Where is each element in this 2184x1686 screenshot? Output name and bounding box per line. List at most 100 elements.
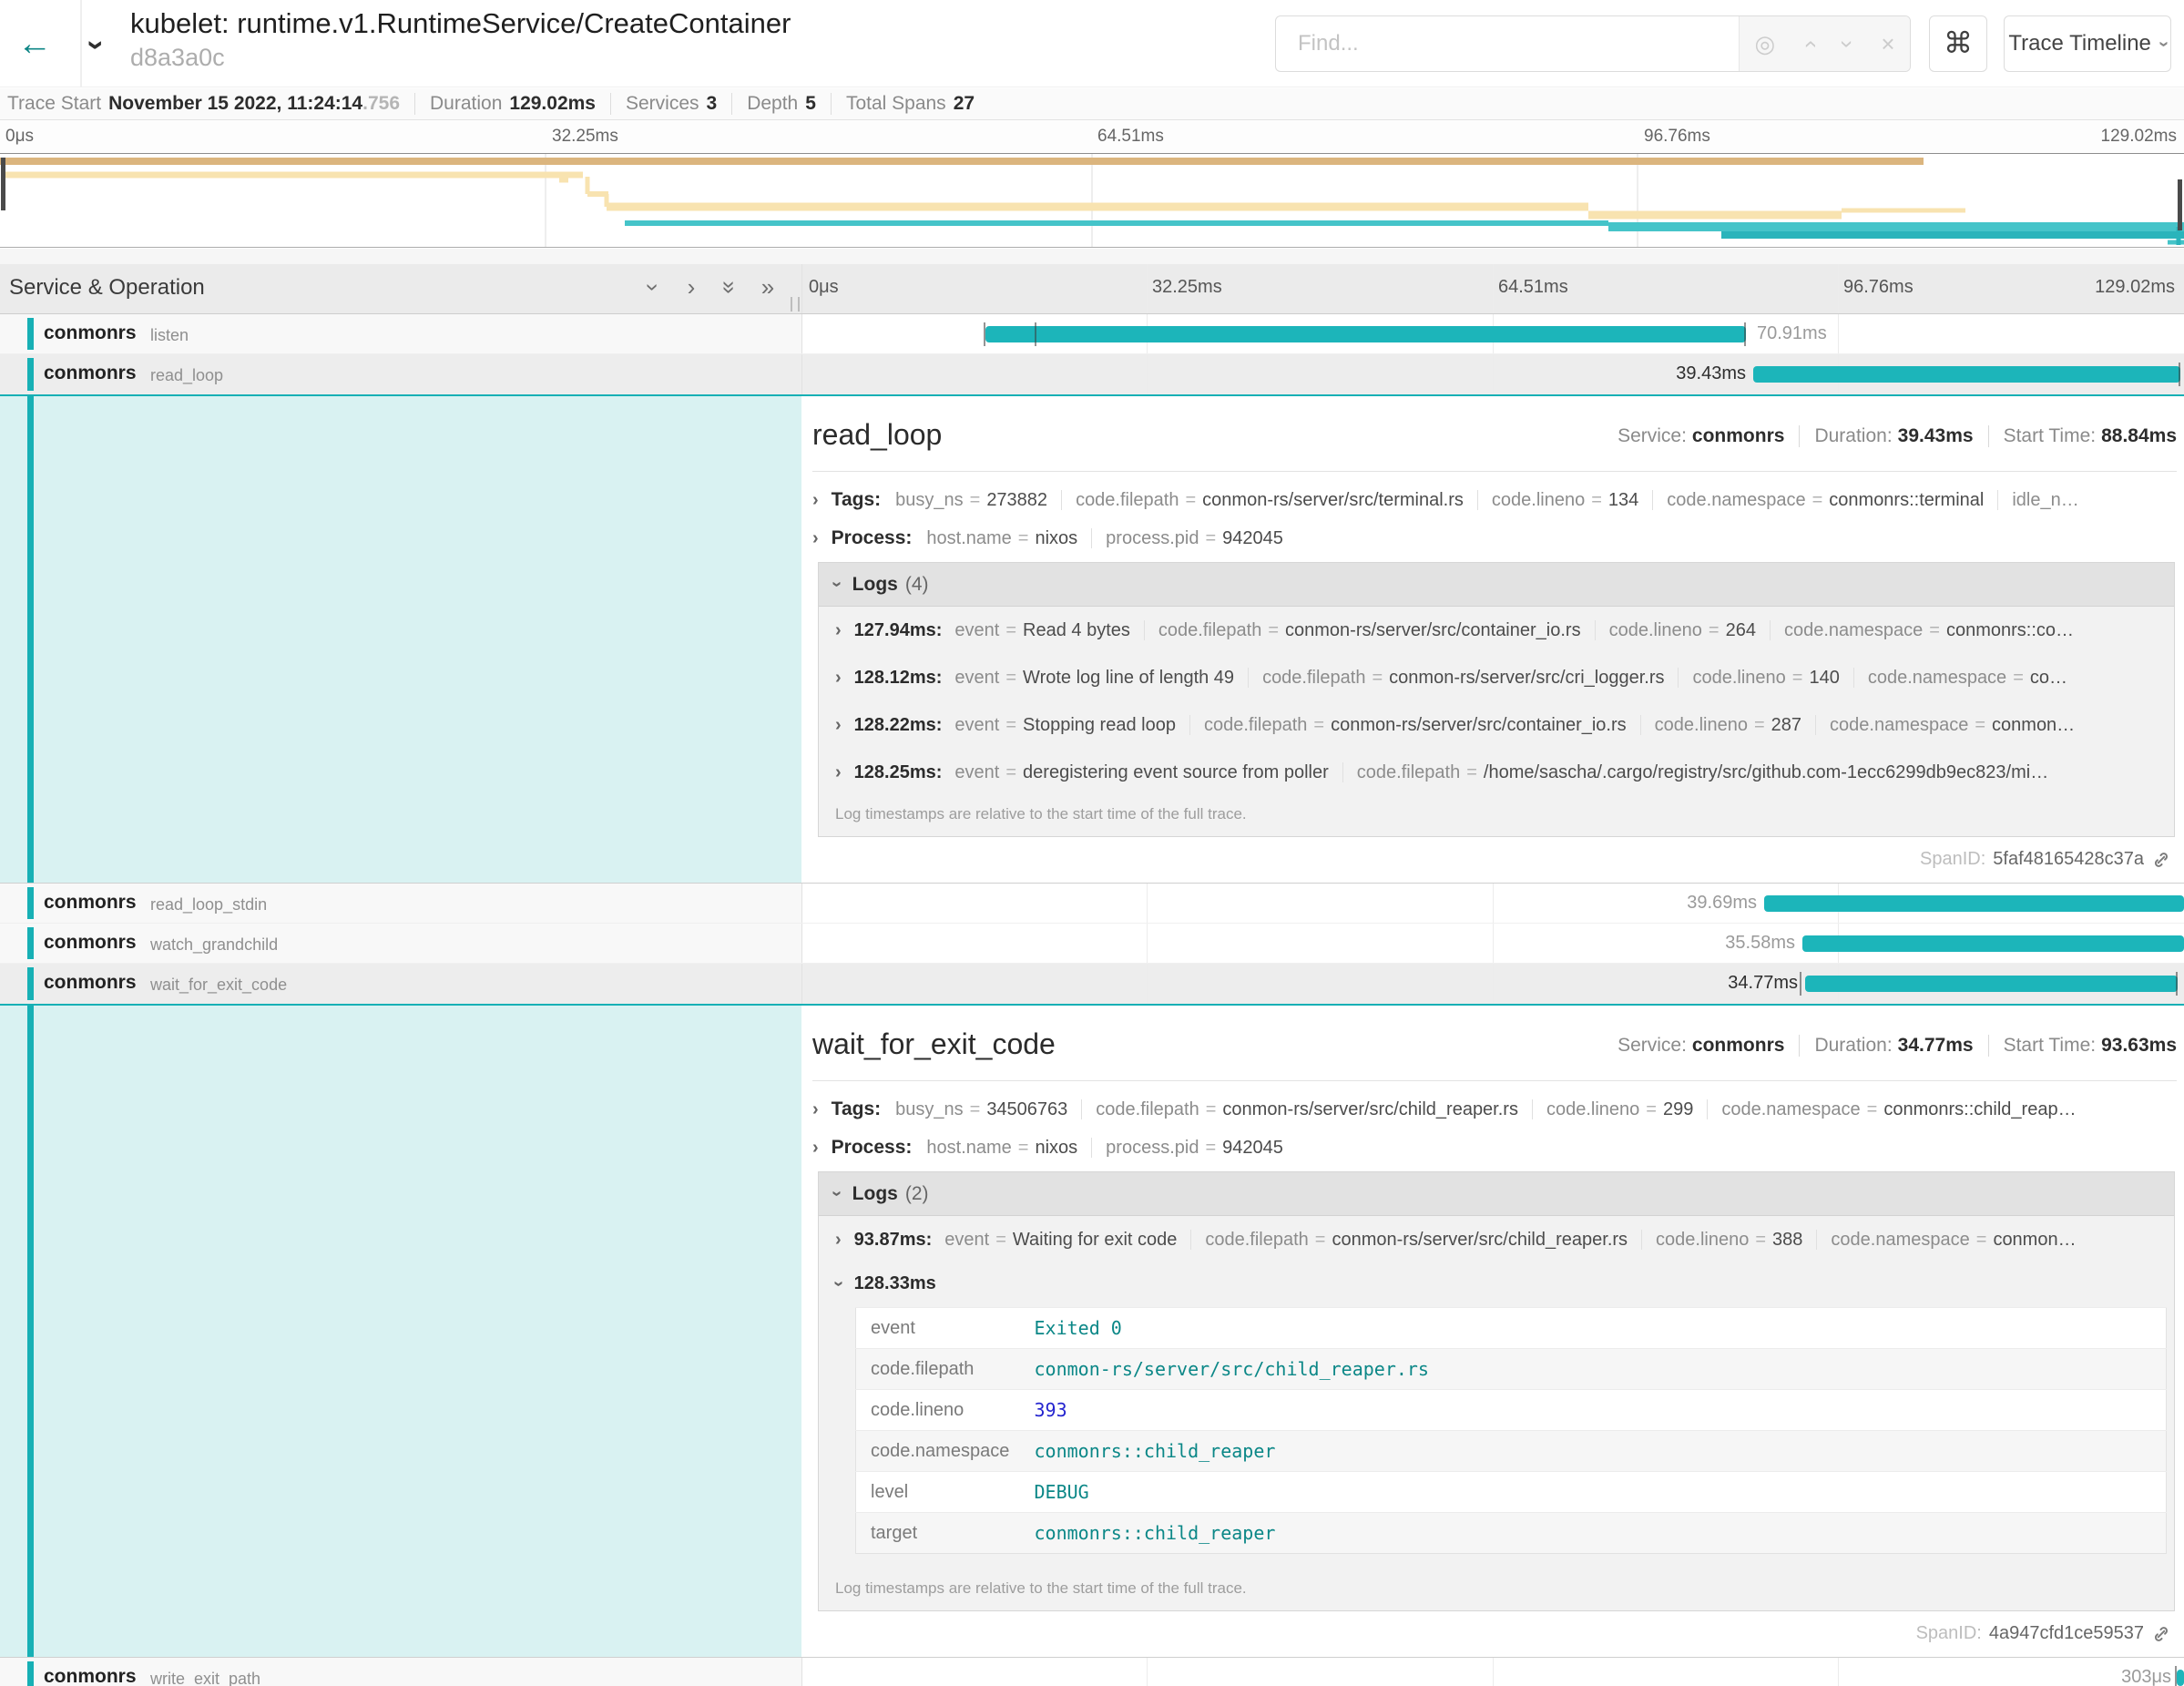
minimap-spans	[0, 154, 2184, 247]
span-row-watch-grandchild[interactable]: conmonrs watch_grandchild 35.58ms	[0, 924, 2184, 964]
span-duration-label: 303μs	[2121, 1667, 2171, 1686]
log-field-row: code.filepath conmon-rs/server/src/child…	[856, 1349, 2167, 1390]
tags-row[interactable]: › Tags: busy_ns=34506763 code.filepath=c…	[812, 1095, 2177, 1124]
log-entry-expanded-header[interactable]: › 128.33ms	[819, 1263, 2174, 1303]
link-icon[interactable]	[2151, 850, 2171, 870]
expand-one-icon[interactable]: ›	[676, 273, 707, 301]
link-icon[interactable]	[2151, 1624, 2171, 1644]
view-selector-label: Trace Timeline	[2008, 31, 2151, 56]
span-name-cell[interactable]: conmonrs listen	[0, 314, 801, 353]
span-bar[interactable]	[985, 326, 1746, 342]
log-entry[interactable]: › 128.12ms: event=Wrote log line of leng…	[819, 654, 2174, 701]
span-color-strip	[27, 1661, 34, 1686]
span-row-write-exit-path[interactable]: conmonrs write_exit_path 303μs	[0, 1658, 2184, 1686]
find-clear-icon[interactable]: ×	[1881, 30, 1894, 58]
span-color-strip	[27, 396, 34, 883]
span-color-strip	[27, 318, 34, 350]
span-bar[interactable]	[1753, 366, 2180, 383]
log-entry[interactable]: › 128.25ms: event=deregistering event so…	[819, 749, 2174, 796]
span-name-cell[interactable]: conmonrs read_loop	[0, 354, 801, 394]
collapse-controls: › › » »	[638, 273, 783, 301]
process-row[interactable]: › Process: host.name=nixos process.pid=9…	[812, 524, 2177, 553]
log-marker	[2176, 972, 2178, 996]
log-field-row: event Exited 0	[856, 1308, 2167, 1349]
trace-summary-bar: Trace Start November 15 2022, 11:24:14 .…	[0, 88, 2184, 120]
collapse-all-icon[interactable]: »	[716, 272, 744, 303]
spacer	[0, 249, 2184, 264]
keyboard-shortcuts-button[interactable]: ⌘	[1929, 15, 1987, 72]
span-duration-label: 35.58ms	[1725, 933, 1795, 954]
span-row-wait-for-exit-code[interactable]: conmonrs wait_for_exit_code 34.77ms	[0, 964, 2184, 1006]
tags-row[interactable]: › Tags: busy_ns=273882 code.filepath=con…	[812, 485, 2177, 515]
span-color-strip	[27, 887, 34, 919]
span-color-strip	[27, 927, 34, 959]
log-field-row: target conmonrs::child_reaper	[856, 1513, 2167, 1554]
log-field-row: code.lineno 393	[856, 1390, 2167, 1431]
span-detail-backdrop	[0, 1006, 801, 1657]
column-resize-handle[interactable]	[791, 297, 800, 312]
logs-note: Log timestamps are relative to the start…	[819, 796, 2174, 836]
trace-id: d8a3a0c	[130, 44, 225, 72]
span-duration-label: 70.91ms	[1757, 323, 1827, 344]
back-arrow-icon[interactable]: ←	[13, 22, 56, 66]
log-marker	[1800, 972, 1801, 996]
span-row-read-loop-stdin[interactable]: conmonrs read_loop_stdin 39.69ms	[0, 884, 2184, 924]
span-duration-label: 34.77ms	[1728, 973, 1798, 994]
span-bar[interactable]	[2177, 1670, 2184, 1686]
span-bar[interactable]	[1802, 935, 2184, 952]
span-detail-backdrop	[0, 396, 801, 883]
trace-title: kubelet: runtime.v1.RuntimeService/Creat…	[130, 7, 791, 40]
span-duration-label: 39.69ms	[1687, 893, 1757, 914]
trace-depth: Depth 5	[731, 93, 831, 115]
collapse-one-icon[interactable]: ›	[639, 272, 668, 303]
top-bar: ← › kubelet: runtime.v1.RuntimeService/C…	[0, 0, 2184, 87]
log-marker	[2179, 363, 2180, 386]
span-name-cell[interactable]: conmonrs read_loop_stdin	[0, 884, 801, 923]
span-detail-meta: Service:conmonrs Duration:34.77ms Start …	[1618, 1035, 2177, 1057]
trace-timeline-page: ← › kubelet: runtime.v1.RuntimeService/C…	[0, 0, 2184, 1686]
expand-all-icon[interactable]: »	[752, 273, 783, 301]
find-input[interactable]	[1276, 16, 1739, 71]
minimap-right-handle[interactable]	[2178, 179, 2182, 230]
span-detail-meta: Service:conmonrs Duration:39.43ms Start …	[1618, 425, 2177, 447]
log-marker	[984, 322, 985, 346]
logs-header[interactable]: › Logs (2)	[819, 1172, 2174, 1216]
minimap-canvas[interactable]	[0, 153, 2184, 248]
logs-section: › Logs (2) › 93.87ms: event=Waiting for …	[818, 1171, 2175, 1611]
trace-collapse-chevron-icon[interactable]: ›	[78, 40, 114, 50]
log-marker	[1744, 322, 1746, 346]
log-marker	[2175, 1666, 2177, 1686]
trace-services: Services 3	[610, 93, 731, 115]
span-row-listen[interactable]: conmonrs listen 70.91ms	[0, 314, 2184, 354]
log-fields-table: event Exited 0 code.filepath conmon-rs/s…	[855, 1307, 2167, 1554]
find-next-icon[interactable]: ›	[1833, 40, 1862, 48]
timeline-grid-header: Service & Operation › › » » 0μs 32.25ms …	[0, 264, 2184, 314]
service-operation-header: Service & Operation	[9, 275, 205, 301]
view-selector-button[interactable]: Trace Timeline ›	[2004, 15, 2171, 72]
span-name-cell[interactable]: conmonrs wait_for_exit_code	[0, 964, 801, 1004]
span-color-strip	[27, 358, 34, 391]
span-detail-wait-for-exit-code: wait_for_exit_code Service:conmonrs Dura…	[0, 1006, 2184, 1658]
grid-line	[1493, 264, 1494, 313]
grid-line	[1838, 264, 1839, 313]
log-entry[interactable]: › 128.22ms: event=Stopping read loop cod…	[819, 701, 2174, 749]
log-entry[interactable]: › 127.94ms: event=Read 4 bytes code.file…	[819, 607, 2174, 654]
locate-icon[interactable]: ◎	[1754, 30, 1775, 58]
span-name-cell[interactable]: conmonrs write_exit_path	[0, 1658, 801, 1686]
span-row-read-loop[interactable]: conmonrs read_loop 39.43ms	[0, 354, 2184, 396]
find-box: ◎ › › ×	[1275, 15, 1911, 72]
find-controls: ◎ › › ×	[1739, 16, 1910, 71]
minimap-tick-labels: 0μs 32.25ms 64.51ms 96.76ms 129.02ms	[0, 120, 2184, 153]
span-name-cell[interactable]: conmonrs watch_grandchild	[0, 924, 801, 963]
process-row[interactable]: › Process: host.name=nixos process.pid=9…	[812, 1133, 2177, 1162]
minimap-left-handle[interactable]	[1, 158, 5, 210]
tag-overflow: idle_n…	[2012, 490, 2078, 511]
span-bar[interactable]	[1805, 976, 2178, 992]
log-entry[interactable]: › 93.87ms: event=Waiting for exit code c…	[819, 1216, 2174, 1263]
span-bar[interactable]	[1764, 895, 2184, 912]
logs-header[interactable]: › Logs (4)	[819, 563, 2174, 607]
grid-line	[801, 264, 802, 313]
span-color-strip	[27, 967, 34, 1000]
span-id-row: SpanID: 4a947cfd1ce59537	[1916, 1623, 2171, 1644]
find-prev-icon[interactable]: ›	[1795, 40, 1823, 48]
